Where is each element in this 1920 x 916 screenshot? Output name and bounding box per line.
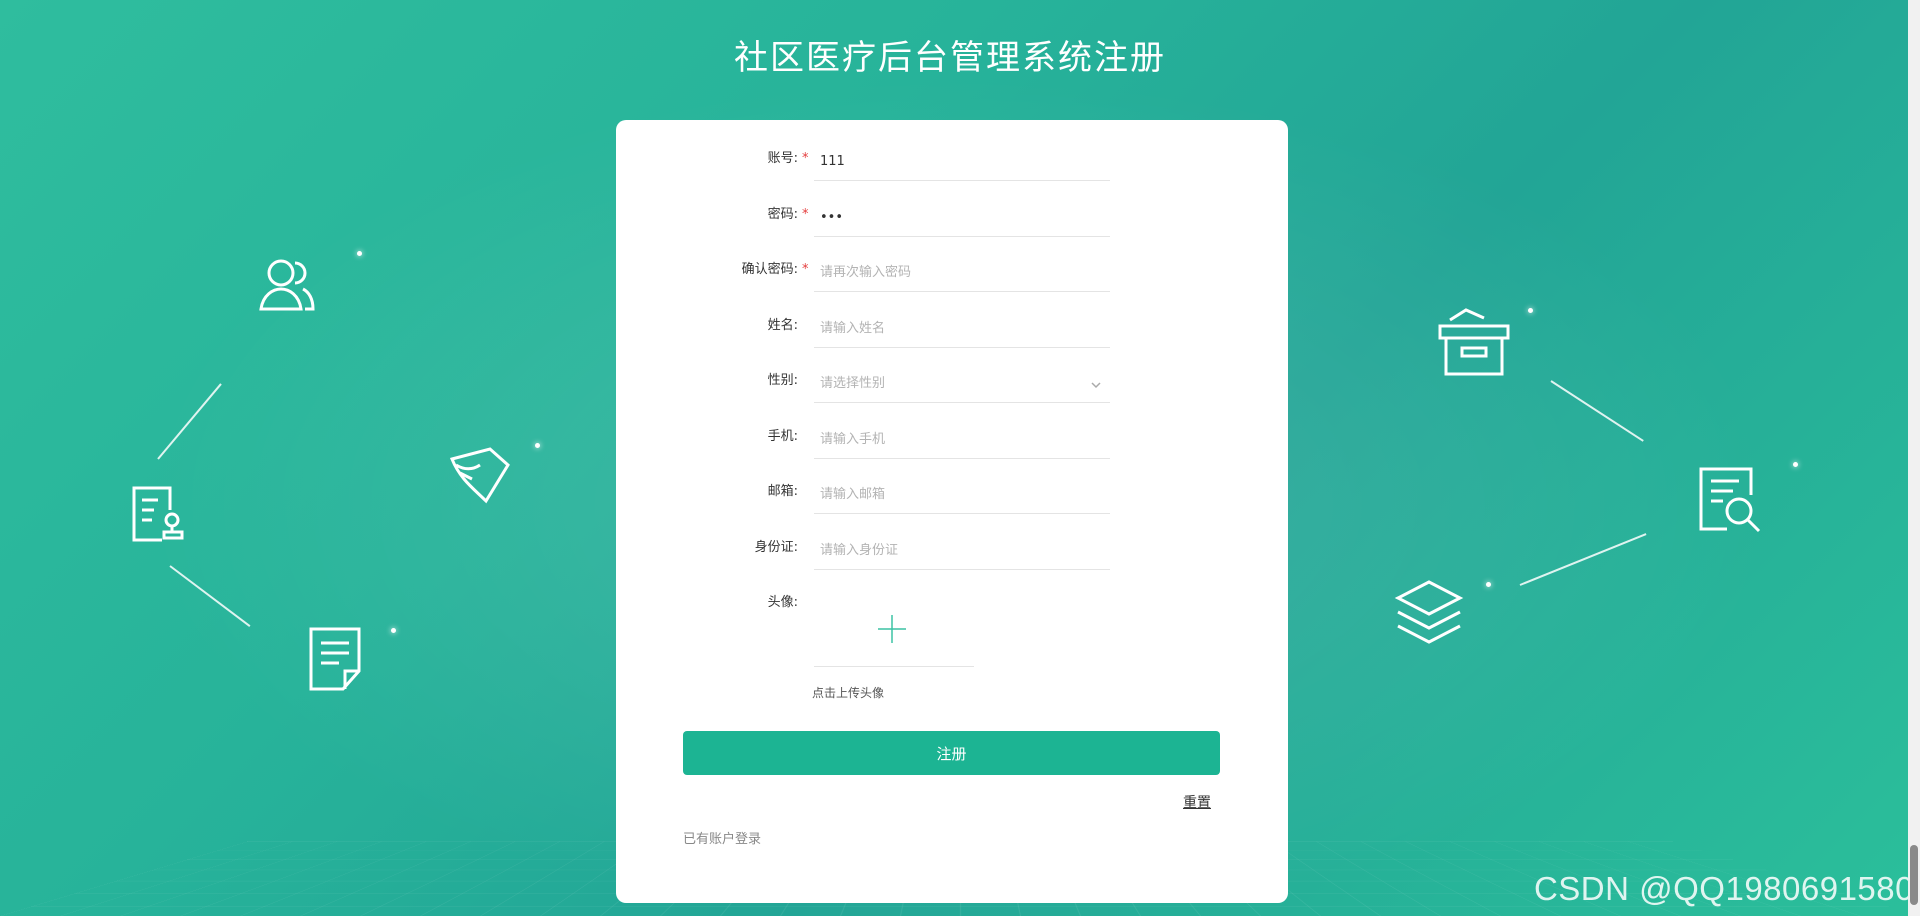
confirm-password-label: 确认密码:	[741, 262, 798, 277]
watermark: CSDN @QQ1980691580	[1533, 870, 1914, 907]
form-row-password: 密码: *	[616, 206, 1288, 256]
email-field-wrap	[814, 483, 1110, 514]
password-field-wrap	[814, 206, 1110, 237]
avatar-label: 头像:	[767, 595, 798, 610]
required-mark: *	[802, 262, 809, 277]
login-link[interactable]: 已有账户登录	[683, 828, 761, 847]
gender-input[interactable]	[814, 372, 1090, 395]
archive-box-icon	[1436, 306, 1512, 378]
form-row-name: 姓名:	[616, 317, 1288, 367]
layers-icon	[1394, 578, 1464, 648]
register-button[interactable]: 注册	[683, 731, 1220, 775]
email-label: 邮箱:	[767, 484, 798, 499]
reset-link[interactable]: 重置	[1183, 792, 1211, 812]
required-mark: *	[802, 207, 809, 222]
users-icon	[255, 255, 319, 315]
document-icon	[305, 625, 365, 693]
avatar-upload[interactable]	[814, 610, 974, 667]
chevron-down-icon	[1090, 376, 1102, 395]
plus-icon	[877, 614, 907, 648]
connector-line	[1550, 380, 1644, 442]
connector-line	[1519, 533, 1647, 586]
register-card: 账号: * 密码: * 确认密码: * 姓名: 性别:	[616, 120, 1288, 903]
confirm-password-input[interactable]	[814, 261, 1090, 284]
gender-label: 性别:	[767, 373, 798, 388]
required-mark: *	[802, 151, 809, 166]
avatar-upload-hint: 点击上传头像	[812, 686, 885, 700]
graduation-icon	[446, 445, 512, 505]
scrollbar[interactable]	[1908, 0, 1920, 916]
page-title: 社区医疗后台管理系统注册	[734, 38, 1166, 78]
name-input[interactable]	[814, 317, 1090, 340]
connector-line	[157, 383, 222, 460]
sparkle	[1793, 462, 1798, 467]
form-row-id-card: 身份证:	[616, 539, 1288, 589]
form-row-gender: 性别:	[616, 372, 1288, 422]
form-row-username: 账号: *	[616, 150, 1288, 200]
username-input[interactable]	[814, 150, 1090, 173]
form-row-phone: 手机:	[616, 428, 1288, 478]
sparkle	[1528, 308, 1533, 313]
sparkle	[535, 443, 540, 448]
username-label: 账号:	[767, 151, 798, 166]
phone-field-wrap	[814, 428, 1110, 459]
sparkle	[1486, 582, 1491, 587]
phone-input[interactable]	[814, 428, 1090, 451]
sparkle	[391, 628, 396, 633]
confirm-password-field-wrap	[814, 261, 1110, 292]
phone-label: 手机:	[767, 429, 798, 444]
id-card-input[interactable]	[814, 539, 1090, 562]
name-field-wrap	[814, 317, 1110, 348]
name-label: 姓名:	[767, 318, 798, 333]
email-input[interactable]	[814, 483, 1090, 506]
password-input[interactable]	[814, 206, 1090, 229]
id-card-field-wrap	[814, 539, 1110, 570]
password-label: 密码:	[767, 207, 798, 222]
connector-line	[169, 565, 251, 627]
form-row-confirm-password: 确认密码: *	[616, 261, 1288, 311]
scrollbar-thumb[interactable]	[1910, 845, 1918, 905]
id-card-label: 身份证:	[754, 540, 798, 555]
search-document-icon	[1697, 465, 1763, 535]
gender-select[interactable]	[814, 372, 1110, 403]
form-row-email: 邮箱:	[616, 483, 1288, 533]
sign-document-icon	[128, 484, 188, 544]
sparkle	[357, 251, 362, 256]
username-field-wrap	[814, 150, 1110, 181]
